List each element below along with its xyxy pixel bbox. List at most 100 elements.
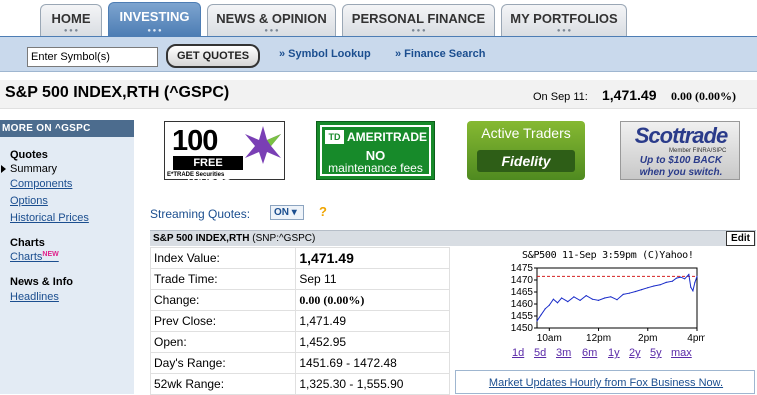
data-point bbox=[696, 275, 698, 277]
data-point bbox=[548, 304, 550, 306]
data-point bbox=[610, 296, 612, 298]
range-link-2y[interactable]: 2y bbox=[629, 347, 641, 359]
sidebar-header: MORE ON ^GSPC bbox=[0, 120, 134, 137]
y-tick-label: 1455 bbox=[511, 311, 534, 322]
row-label: Trade Time: bbox=[149, 268, 297, 290]
data-point bbox=[556, 302, 559, 304]
fox-business-box: Market Updates Hourly from Fox Business … bbox=[455, 370, 755, 394]
data-point bbox=[597, 299, 600, 301]
row-value: 1,452.95 bbox=[295, 331, 450, 353]
help-icon[interactable]: ? bbox=[319, 204, 327, 219]
y-tick-label: 1450 bbox=[511, 323, 534, 334]
data-point bbox=[579, 299, 581, 301]
y-tick-label: 1470 bbox=[511, 275, 534, 286]
y-tick-label: 1475 bbox=[511, 263, 534, 274]
range-link-5y[interactable]: 5y bbox=[650, 347, 662, 359]
range-link-5d[interactable]: 5d bbox=[534, 347, 546, 359]
sidebar-item-components[interactable]: Components bbox=[10, 178, 72, 190]
sidebar: MORE ON ^GSPC Quotes Summary Components … bbox=[0, 120, 134, 394]
data-point bbox=[622, 293, 624, 295]
data-point bbox=[628, 292, 630, 294]
top-nav: HOME ● ● ● INVESTING ● ● ● NEWS & OPINIO… bbox=[0, 0, 757, 36]
sidebar-heading-quotes: Quotes bbox=[10, 149, 48, 161]
data-point bbox=[573, 296, 575, 298]
tab-home[interactable]: HOME ● ● ● bbox=[40, 4, 102, 36]
get-quotes-button[interactable]: GET QUOTES bbox=[166, 44, 260, 68]
intraday-chart[interactable]: 145014551460146514701475 10am 12pm 2pm 4pm bbox=[500, 260, 705, 345]
quote-header: S&P 500 INDEX,RTH (^GSPC) On Sep 11: 1,4… bbox=[0, 80, 757, 109]
row-label: Index Value: bbox=[149, 247, 297, 269]
data-point bbox=[616, 299, 618, 301]
row-value: 1,471.49 bbox=[295, 310, 450, 332]
row-value: Sep 11 bbox=[295, 268, 450, 290]
row-value: 1,471.49 bbox=[295, 247, 450, 269]
sidebar-item-options[interactable]: Options bbox=[10, 195, 48, 207]
range-link-1d[interactable]: 1d bbox=[512, 347, 524, 359]
data-point bbox=[536, 320, 538, 322]
data-point bbox=[591, 298, 593, 300]
row-value: 1451.69 - 1472.48 bbox=[295, 352, 450, 374]
tab-news-opinion[interactable]: NEWS & OPINION ● ● ● bbox=[207, 4, 336, 36]
streaming-quotes-label: Streaming Quotes: bbox=[150, 207, 251, 221]
data-point bbox=[675, 277, 678, 279]
row-value: 0.00 (0.00%) bbox=[295, 289, 450, 311]
tab-label: HOME bbox=[51, 11, 91, 26]
row-label: Day's Range: bbox=[149, 352, 297, 374]
etrade-star-icon bbox=[245, 126, 281, 164]
etrade-ad[interactable]: 100 FREE TRADES E*TRADE Securities bbox=[164, 121, 285, 183]
x-tick-label: 4pm bbox=[687, 333, 705, 344]
etrade-ad-subline: FREE TRADES bbox=[173, 156, 243, 183]
scottrade-ad[interactable]: Scottrade Member FINRA/SIPC Up to $100 B… bbox=[620, 121, 740, 180]
sidebar-item-historical-prices[interactable]: Historical Prices bbox=[10, 212, 89, 224]
tab-personal-finance[interactable]: PERSONAL FINANCE ● ● ● bbox=[342, 4, 495, 36]
quote-table-exchange: (SNP:^GSPC) bbox=[252, 233, 316, 244]
current-item-arrow-icon bbox=[1, 165, 6, 173]
td-logo-icon: TD bbox=[325, 130, 344, 144]
finance-search-link[interactable]: » Finance Search bbox=[395, 48, 486, 60]
data-point bbox=[680, 276, 682, 278]
sidebar-item-charts[interactable]: ChartsNEW bbox=[10, 251, 59, 263]
quote-date: On Sep 11: bbox=[533, 91, 588, 103]
quote-price: 1,471.49 bbox=[602, 87, 657, 103]
data-point bbox=[641, 289, 643, 291]
data-point bbox=[692, 290, 694, 292]
data-point bbox=[653, 285, 655, 287]
range-link-max[interactable]: max bbox=[671, 347, 692, 359]
data-point bbox=[544, 308, 546, 310]
x-tick-label: 12pm bbox=[586, 333, 611, 344]
tab-my-portfolios[interactable]: MY PORTFOLIOS ● ● ● bbox=[501, 4, 627, 36]
sidebar-item-summary: Summary bbox=[10, 163, 58, 175]
row-label: 52wk Range: bbox=[149, 373, 297, 395]
table-row: Index Value: 1,471.49 bbox=[149, 247, 450, 269]
data-point bbox=[690, 286, 692, 288]
fidelity-ad-brand: Fidelity bbox=[477, 150, 575, 172]
table-row: Change: 0.00 (0.00%) bbox=[149, 289, 450, 311]
td-ameritrade-ad[interactable]: TD AMERITRADE NO maintenance fees bbox=[316, 121, 435, 180]
row-label: Prev Close: bbox=[149, 310, 297, 332]
range-link-1y[interactable]: 1y bbox=[608, 347, 620, 359]
tab-label: NEWS & OPINION bbox=[216, 11, 327, 26]
x-tick-label: 10am bbox=[537, 333, 562, 344]
scottrade-ad-brand: Scottrade bbox=[634, 123, 728, 148]
range-link-6m[interactable]: 6m bbox=[582, 347, 597, 359]
quote-search-bar: GET QUOTES » Symbol Lookup » Finance Sea… bbox=[0, 36, 757, 72]
tab-investing[interactable]: INVESTING ● ● ● bbox=[108, 2, 201, 36]
fidelity-ad[interactable]: Active Traders Fidelity bbox=[467, 121, 585, 180]
fox-business-link[interactable]: Market Updates Hourly from Fox Business … bbox=[456, 377, 756, 389]
td-ad-brand: AMERITRADE bbox=[347, 130, 427, 144]
table-row: Open: 1,452.95 bbox=[149, 331, 450, 353]
tab-label: MY PORTFOLIOS bbox=[510, 11, 618, 26]
tab-dots-icon: ● ● ● bbox=[147, 28, 162, 34]
data-point bbox=[552, 298, 554, 300]
data-point bbox=[567, 301, 569, 303]
scottrade-ad-line1: Up to $100 BACK bbox=[639, 155, 723, 166]
x-tick-label: 2pm bbox=[638, 333, 657, 344]
edit-button[interactable]: Edit bbox=[726, 231, 755, 246]
sidebar-item-headlines[interactable]: Headlines bbox=[10, 291, 59, 303]
symbol-lookup-link[interactable]: » Symbol Lookup bbox=[279, 48, 371, 60]
streaming-toggle[interactable]: ON ▾ bbox=[270, 205, 304, 220]
symbol-input[interactable] bbox=[27, 47, 158, 67]
td-ad-frame: TD AMERITRADE NO maintenance fees bbox=[320, 125, 431, 176]
range-link-3m[interactable]: 3m bbox=[556, 347, 571, 359]
table-row: Day's Range: 1451.69 - 1472.48 bbox=[149, 352, 450, 374]
